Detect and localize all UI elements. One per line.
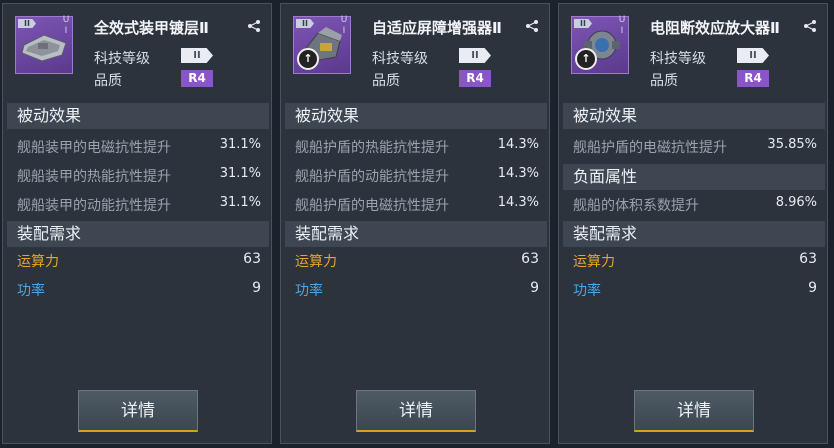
requirements-header: 装配需求 (563, 221, 825, 247)
module-title: 全效式装甲镀层Ⅱ (94, 19, 209, 37)
quality-label: 品质 (94, 73, 122, 89)
card-header: II ↑ UI 电阻断效应放大器Ⅱ 科技等级 II 品质 R4 (559, 4, 827, 96)
compute-requirement: 运算力 63 (573, 251, 817, 270)
negative-attributes-header: 负面属性 (563, 164, 825, 190)
tech-level-badge: II (459, 48, 491, 63)
tech-level-badge: II (181, 48, 213, 63)
details-button[interactable]: 详情 (78, 390, 198, 432)
quality-badge: R4 (459, 70, 491, 87)
passive-effects-header: 被动效果 (563, 103, 825, 129)
tech-level-label: 科技等级 (94, 51, 150, 67)
share-icon[interactable] (525, 18, 539, 32)
requirements-header: 装配需求 (7, 221, 269, 247)
stat-row: 舰船护盾的电磁抗性提升 35.85% (573, 137, 817, 156)
module-title: 电阻断效应放大器Ⅱ (650, 19, 780, 37)
ui-indicator: UI (618, 15, 626, 36)
tech-level-badge: II (737, 48, 769, 63)
passive-effects-header: 被动效果 (7, 103, 269, 129)
module-card-armor-plating: II UI 全效式装甲镀层Ⅱ 科技等级 II 品质 R4 被动效果 舰船装甲的电… (2, 3, 272, 444)
card-header: II UI 全效式装甲镀层Ⅱ 科技等级 II 品质 R4 (3, 4, 271, 96)
stat-row: 舰船装甲的电磁抗性提升 31.1% (17, 137, 261, 156)
ui-indicator: UI (62, 15, 70, 36)
power-requirement: 功率 9 (295, 280, 539, 299)
passive-effects-header: 被动效果 (285, 103, 547, 129)
stat-row: 舰船护盾的动能抗性提升 14.3% (295, 166, 539, 185)
ui-indicator: UI (340, 15, 348, 36)
upgrade-arrow-icon[interactable]: ↑ (297, 48, 319, 70)
card-header: II ↑ UI 自适应屏障增强器Ⅱ 科技等级 II 品质 R4 (281, 4, 549, 96)
share-icon[interactable] (247, 18, 261, 32)
details-button[interactable]: 详情 (634, 390, 754, 432)
power-requirement: 功率 9 (573, 280, 817, 299)
stat-row: 舰船装甲的动能抗性提升 31.1% (17, 195, 261, 214)
compute-requirement: 运算力 63 (295, 251, 539, 270)
upgrade-arrow-icon[interactable]: ↑ (575, 48, 597, 70)
tech-level-label: 科技等级 (650, 51, 706, 67)
module-card-resistance-amplifier: II ↑ UI 电阻断效应放大器Ⅱ 科技等级 II 品质 R4 被动效果 舰船护… (558, 3, 828, 444)
share-icon[interactable] (803, 18, 817, 32)
requirements-header: 装配需求 (285, 221, 547, 247)
module-cards: II UI 全效式装甲镀层Ⅱ 科技等级 II 品质 R4 被动效果 舰船装甲的电… (0, 0, 834, 448)
module-card-barrier-enhancer: II ↑ UI 自适应屏障增强器Ⅱ 科技等级 II 品质 R4 被动效果 舰船护… (280, 3, 550, 444)
details-button[interactable]: 详情 (356, 390, 476, 432)
stat-row: 舰船装甲的热能抗性提升 31.1% (17, 166, 261, 185)
compute-requirement: 运算力 63 (17, 251, 261, 270)
stat-row: 舰船护盾的热能抗性提升 14.3% (295, 137, 539, 156)
quality-badge: R4 (181, 70, 213, 87)
tech-level-label: 科技等级 (372, 51, 428, 67)
quality-label: 品质 (372, 73, 400, 89)
quality-label: 品质 (650, 73, 678, 89)
negative-stat-row: 舰船的体积系数提升 8.96% (573, 195, 817, 214)
quality-badge: R4 (737, 70, 769, 87)
power-requirement: 功率 9 (17, 280, 261, 299)
stat-row: 舰船护盾的电磁抗性提升 14.3% (295, 195, 539, 214)
module-title: 自适应屏障增强器Ⅱ (372, 19, 502, 37)
